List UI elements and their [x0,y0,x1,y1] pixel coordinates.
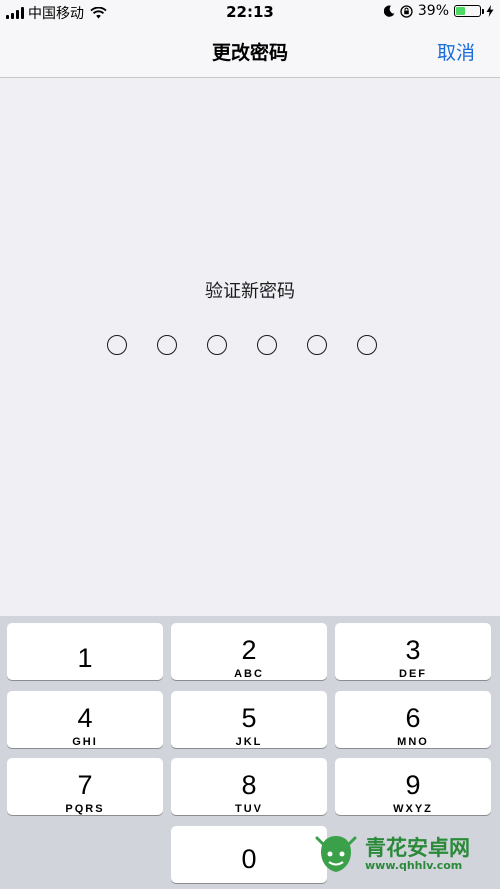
status-right: 39% [383,3,494,19]
key-letters: JKL [235,736,263,748]
key-digit: 3 [405,635,421,665]
passcode-dot [107,335,127,355]
key-8[interactable]: 8 TUV [171,758,327,815]
key-digit: 4 [77,703,93,733]
status-left: 中国移动 [6,3,107,23]
key-3[interactable]: 3 DEF [335,623,491,680]
nav-bar: 更改密码 取消 [0,26,500,78]
key-digit: 8 [241,770,257,800]
key-4[interactable]: 4 GHI [7,691,163,748]
carrier-label: 中国移动 [28,6,84,22]
key-letters: WXYZ [393,803,433,815]
key-6[interactable]: 6 MNO [335,691,491,748]
passcode-dot [357,335,377,355]
key-letters: TUV [235,803,263,815]
key-digit: 7 [77,770,93,800]
key-digit: 5 [241,703,257,733]
key-digit: 1 [77,643,93,673]
key-0[interactable]: 0 [171,826,327,883]
watermark-logo-icon [315,836,357,872]
battery-percent: 39% [417,3,449,19]
key-1[interactable]: 1 [7,623,163,680]
key-letters: PQRS [65,803,105,815]
key-digit: 9 [405,770,421,800]
key-digit: 2 [241,635,257,665]
key-2[interactable]: 2 ABC [171,623,327,680]
battery-fill [456,7,465,15]
watermark: 青花安卓网 www.qhhlv.com [313,832,470,876]
key-digit: 0 [241,844,257,874]
signal-icon [6,7,24,19]
wifi-icon [90,7,107,19]
moon-icon [383,5,395,17]
key-5[interactable]: 5 JKL [171,691,327,748]
watermark-text-group: 青花安卓网 www.qhhlv.com [365,837,470,872]
watermark-text: 青花安卓网 [365,835,470,860]
key-7[interactable]: 7 PQRS [7,758,163,815]
cancel-button[interactable]: 取消 [437,38,475,65]
key-letters: GHI [72,736,98,748]
key-letters: MNO [397,736,429,748]
key-9[interactable]: 9 WXYZ [335,758,491,815]
status-bar: 中国移动 22:13 39% [0,0,500,26]
battery-cap [482,9,484,14]
passcode-dots [107,335,377,355]
passcode-dot [307,335,327,355]
passcode-dot [257,335,277,355]
passcode-dot [207,335,227,355]
charging-icon [486,5,494,17]
page-title: 更改密码 [211,42,288,64]
watermark-url: www.qhhlv.com [365,858,463,872]
key-letters: DEF [399,668,427,680]
passcode-prompt: 验证新密码 [205,281,295,302]
key-letters: ABC [234,668,264,680]
battery-icon [454,5,484,17]
orientation-lock-icon [400,4,413,18]
key-digit: 6 [405,703,421,733]
passcode-dot [157,335,177,355]
